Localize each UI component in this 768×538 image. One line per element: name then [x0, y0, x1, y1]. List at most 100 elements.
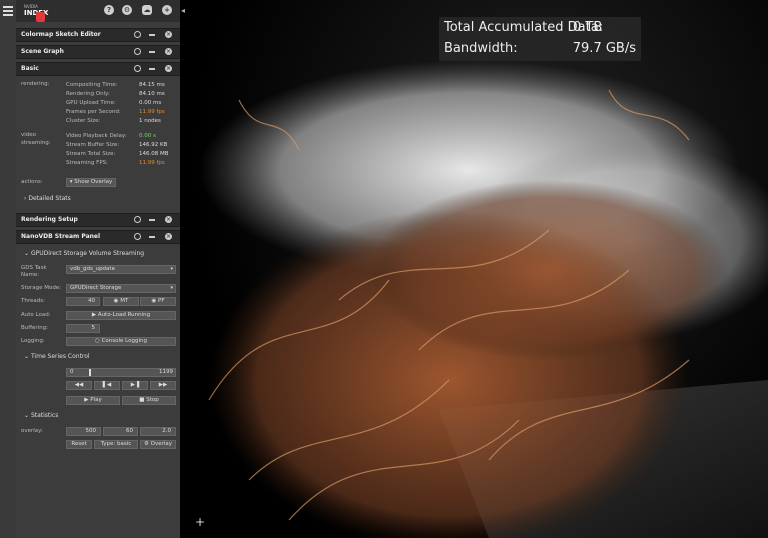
- collapse-panel-icon[interactable]: ◂: [181, 6, 187, 16]
- render-viewport[interactable]: Total Accumulated Data: 0 TB Bandwidth: …: [189, 0, 768, 538]
- threads-input[interactable]: 40: [66, 297, 100, 306]
- step-back-button[interactable]: ▌◀: [94, 381, 120, 390]
- chevron-down-icon: ▾: [170, 266, 173, 272]
- add-icon[interactable]: +: [162, 5, 172, 15]
- buffering-label: Buffering:: [21, 325, 49, 331]
- top-bar: NVIDIA INDEX ? ⚙ ☁ +: [16, 0, 180, 22]
- minimize-icon[interactable]: [149, 68, 155, 70]
- pf-radio[interactable]: ◉ PF: [140, 297, 176, 306]
- stat-value: 11.99 fps: [139, 109, 165, 115]
- panel-title: NanoVDB Stream Panel: [21, 233, 101, 240]
- stat-label: Stream Total Size:: [66, 151, 116, 157]
- panel-header-rendering-setup[interactable]: Rendering Setup ×: [16, 213, 180, 227]
- type-button[interactable]: Type: basic: [94, 440, 138, 449]
- slider-handle[interactable]: [89, 369, 91, 376]
- overlay-toggle-button[interactable]: ⚙ Overlay: [140, 440, 176, 449]
- stat-label: Rendering Only:: [66, 91, 110, 97]
- panel-title: Scene Graph: [21, 48, 64, 55]
- actions-label: actions:: [21, 179, 43, 185]
- gear-icon[interactable]: [134, 48, 141, 55]
- panel-header-colormap[interactable]: Colormap Sketch Editor ×: [16, 28, 180, 42]
- close-icon[interactable]: ×: [165, 65, 172, 72]
- hamburger-menu-icon[interactable]: [3, 6, 13, 16]
- show-overlay-button[interactable]: ▾ Show Overlay: [66, 178, 116, 187]
- stat-label: Streaming FPS:: [66, 160, 108, 166]
- logo-badge-icon: [36, 12, 45, 22]
- minimize-icon[interactable]: [149, 34, 155, 36]
- panel-header-nanovdb[interactable]: NanoVDB Stream Panel ×: [16, 230, 180, 244]
- auto-load-label: Auto Load:: [21, 312, 51, 318]
- play-button[interactable]: ▶ Play: [66, 396, 120, 405]
- stat-value: 0.00 s: [139, 133, 156, 139]
- close-icon[interactable]: ×: [165, 48, 172, 55]
- chevron-down-icon: ⌄: [24, 412, 30, 419]
- gear-icon[interactable]: [134, 233, 141, 240]
- minimize-icon[interactable]: [149, 219, 155, 221]
- detailed-stats-toggle[interactable]: › Detailed Stats: [24, 195, 71, 202]
- stat-label: Stream Buffer Size:: [66, 142, 120, 148]
- stop-button[interactable]: ■ Stop: [122, 396, 176, 405]
- step-forward-button[interactable]: ▶▐: [122, 381, 148, 390]
- panel-header-basic[interactable]: Basic ×: [16, 62, 180, 76]
- stat-label: Compositing Time:: [66, 82, 118, 88]
- gear-icon[interactable]: [134, 31, 141, 38]
- rewind-button[interactable]: ◀◀: [66, 381, 92, 390]
- help-icon[interactable]: ?: [104, 5, 114, 15]
- stat-value: 146.92 KB: [139, 142, 168, 148]
- gds-task-label: GDS Task: [21, 265, 47, 271]
- stat-value: 0.00 ms: [139, 100, 162, 106]
- gear-icon[interactable]: [134, 216, 141, 223]
- auto-load-button[interactable]: ▶ Auto-Load Running: [66, 311, 176, 320]
- rewind-icon: ◀◀: [74, 382, 84, 388]
- chevron-down-icon: ▾: [170, 285, 173, 291]
- chevron-down-icon: ⌄: [24, 353, 30, 360]
- stat-label: Video Playback Delay:: [66, 133, 127, 139]
- panel-title: Colormap Sketch Editor: [21, 31, 101, 38]
- close-icon[interactable]: ×: [165, 233, 172, 240]
- fast-forward-button[interactable]: ▶▶: [150, 381, 176, 390]
- step-forward-icon: ▶▐: [130, 382, 140, 388]
- gds-task-select[interactable]: vdb_gds_update ▾: [66, 265, 176, 274]
- stat-input-1[interactable]: 500: [66, 427, 101, 436]
- stat-label: GPU Upload Time:: [66, 100, 116, 106]
- overlay-label: overlay:: [21, 428, 43, 434]
- gear-icon[interactable]: [134, 65, 141, 72]
- stat-value: 84.10 ms: [139, 91, 165, 97]
- console-logging-button[interactable]: ○ Console Logging: [66, 337, 176, 346]
- stat-label: Frames per Second:: [66, 109, 121, 115]
- logging-label: Logging:: [21, 338, 45, 344]
- minimize-icon[interactable]: [149, 51, 155, 53]
- panel-title: Rendering Setup: [21, 216, 78, 223]
- stats-overlay: Total Accumulated Data: 0 TB Bandwidth: …: [439, 17, 641, 61]
- gds-section-toggle[interactable]: ⌄ GPUDirect Storage Volume Streaming: [24, 250, 144, 257]
- cloud-icon[interactable]: ☁: [142, 5, 152, 15]
- close-icon[interactable]: ×: [165, 216, 172, 223]
- volume-render-image: [199, 60, 768, 538]
- gear-icon: ⚙: [143, 441, 151, 447]
- mt-radio[interactable]: ◉ MT: [103, 297, 139, 306]
- minimize-icon[interactable]: [149, 236, 155, 238]
- time-series-toggle[interactable]: ⌄ Time Series Control: [24, 353, 90, 360]
- statistics-toggle[interactable]: ⌄ Statistics: [24, 412, 58, 419]
- close-icon[interactable]: ×: [165, 31, 172, 38]
- step-back-icon: ▌◀: [102, 382, 112, 388]
- storage-mode-select[interactable]: GPUDirect Storage ▾: [66, 284, 176, 293]
- time-slider[interactable]: 0 1199: [66, 368, 176, 377]
- side-panel: NVIDIA INDEX ? ⚙ ☁ + Colormap Sketch Edi…: [16, 0, 180, 538]
- accumulated-data-value: 0 TB: [573, 20, 603, 35]
- stat-value: 11.99 fps: [139, 160, 165, 166]
- bandwidth-value: 79.7 GB/s: [572, 41, 636, 56]
- stat-input-3[interactable]: 2.0: [140, 427, 176, 436]
- bandwidth-label: Bandwidth:: [444, 41, 518, 56]
- crosshair-icon: +: [195, 515, 206, 529]
- panel-header-scene-graph[interactable]: Scene Graph ×: [16, 45, 180, 59]
- stat-input-2[interactable]: 60: [103, 427, 138, 436]
- reset-button[interactable]: Reset: [66, 440, 92, 449]
- fast-forward-icon: ▶▶: [158, 382, 168, 388]
- chevron-down-icon: ⌄: [24, 250, 30, 257]
- settings-icon[interactable]: ⚙: [122, 5, 132, 15]
- stat-value: 84.15 ms: [139, 82, 165, 88]
- rendering-label: rendering:: [21, 81, 50, 87]
- left-rail: [0, 0, 17, 538]
- buffering-input[interactable]: 5: [66, 324, 100, 333]
